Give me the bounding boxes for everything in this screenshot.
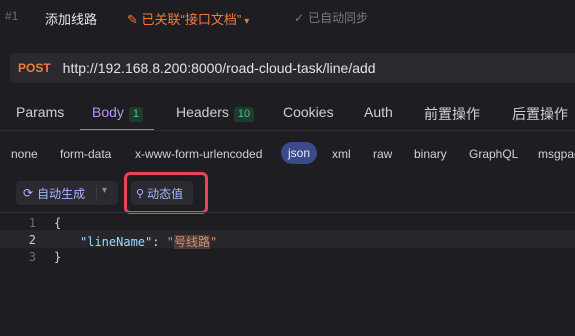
code-line: } [54, 250, 62, 264]
divider [0, 130, 575, 131]
editor-toolbar: ⟳ 自动生成 ▾ ⚲ 动态值 [0, 172, 575, 214]
tab-auth[interactable]: Auth [364, 104, 393, 120]
json-colon: : [152, 235, 167, 249]
json-quote: " [209, 235, 218, 249]
tab-cookies[interactable]: Cookies [283, 104, 334, 120]
line-number: 2 [28, 233, 36, 247]
body-type-urlencoded[interactable]: x-www-form-urlencoded [135, 147, 262, 161]
auto-generate-label: 自动生成 [37, 186, 86, 201]
json-string-value: 号线路 [173, 235, 210, 249]
tab-pre-processors[interactable]: 前置操作 [424, 104, 480, 124]
sync-icon: ⟳ [23, 186, 34, 200]
body-type-graphql[interactable]: GraphQL [469, 147, 518, 161]
linked-doc-label: 已关联“接口文档” [141, 12, 242, 27]
url-bar[interactable]: POST http://192.168.8.200:8000/road-clou… [10, 53, 575, 83]
chevron-down-icon[interactable]: ▾ [102, 185, 107, 196]
body-type-none[interactable]: none [11, 147, 38, 161]
body-type-form-data[interactable]: form-data [60, 147, 111, 161]
tab-body[interactable]: Body 1 [92, 104, 144, 122]
request-id-mark: #1 [5, 9, 19, 23]
body-type-binary[interactable]: binary [414, 147, 447, 161]
body-type-selector: none form-data x-www-form-urlencoded jso… [0, 141, 575, 167]
line-number: 1 [28, 216, 36, 230]
body-type-raw[interactable]: raw [373, 147, 392, 161]
tab-count-badge: 1 [128, 107, 144, 122]
auto-generate-button[interactable]: ⟳ 自动生成 ▾ [16, 181, 118, 205]
body-type-json[interactable]: json [281, 142, 318, 164]
chevron-down-icon: ▾ [244, 16, 250, 27]
link-icon: ✎ [127, 12, 138, 27]
http-method[interactable]: POST [18, 61, 51, 75]
divider [96, 185, 97, 201]
tab-post-processors[interactable]: 后置操作 [512, 104, 568, 124]
line-number: 3 [28, 250, 36, 264]
autosave-status: ✓ 已自动同步 [294, 9, 368, 26]
body-type-msgpack[interactable]: msgpac [538, 147, 575, 161]
code-line: { [54, 216, 62, 230]
body-type-xml[interactable]: xml [332, 147, 351, 161]
request-name[interactable]: 添加线路 [45, 9, 97, 28]
tab-params[interactable]: Params [16, 104, 64, 120]
request-header-bar: #1 添加线路 ✎ 已关联“接口文档” ▾ ✓ 已自动同步 [0, 0, 575, 34]
linked-doc-dropdown[interactable]: ✎ 已关联“接口文档” ▾ [127, 9, 249, 28]
highlight-box [124, 172, 208, 214]
code-line: "lineName": "号线路" [80, 233, 217, 250]
url-input[interactable]: http://192.168.8.200:8000/road-cloud-tas… [63, 60, 376, 76]
json-quote: " [166, 235, 174, 249]
request-tabs: Params Body 1 Headers 10 Cookies Auth 前置操作… [0, 96, 575, 131]
check-icon: ✓ [294, 11, 305, 25]
autosave-label: 已自动同步 [308, 11, 369, 25]
json-key: "lineName" [80, 235, 153, 249]
tab-count-badge: 10 [233, 107, 255, 122]
tab-headers[interactable]: Headers 10 [176, 104, 255, 122]
json-editor[interactable]: 1 2 3 { "lineName": "号线路" } [0, 213, 575, 336]
